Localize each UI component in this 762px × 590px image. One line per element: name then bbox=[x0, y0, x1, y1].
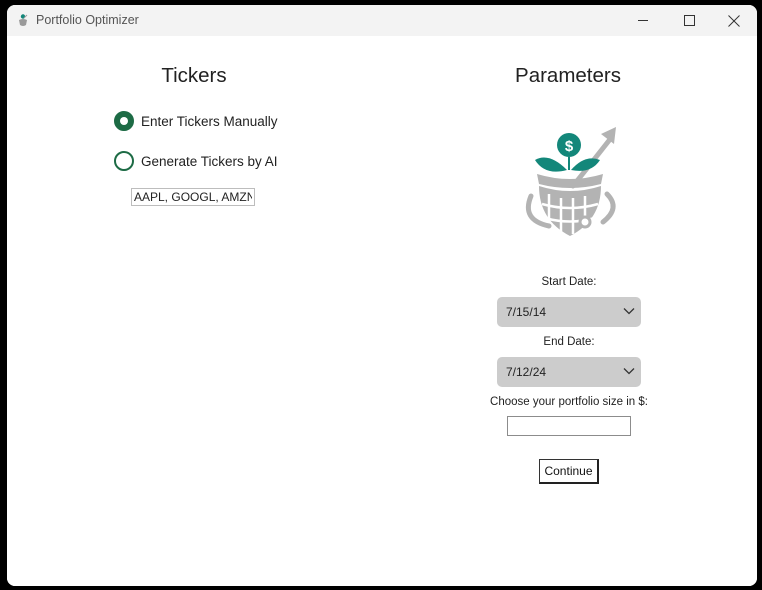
start-date-select[interactable]: 7/15/14 bbox=[497, 297, 641, 327]
start-date-label: Start Date: bbox=[541, 276, 597, 288]
close-button[interactable] bbox=[711, 5, 757, 36]
radio-button-selected[interactable] bbox=[114, 111, 134, 131]
start-date-value: 7/15/14 bbox=[506, 305, 547, 319]
app-window: Portfolio Optimizer Tickers Enter Ticker… bbox=[7, 5, 757, 586]
portfolio-growth-logo: $ bbox=[525, 127, 616, 236]
minimize-button[interactable] bbox=[620, 5, 666, 36]
end-date-select[interactable]: 7/12/24 bbox=[497, 357, 641, 387]
maximize-icon bbox=[683, 15, 695, 26]
maximize-button[interactable] bbox=[666, 5, 712, 36]
radio-generate-by-ai[interactable]: Generate Tickers by AI bbox=[114, 151, 278, 171]
radio-button-unselected[interactable] bbox=[114, 151, 134, 171]
portfolio-size-input[interactable] bbox=[507, 416, 631, 436]
tickers-input[interactable] bbox=[131, 188, 255, 206]
svg-text:$: $ bbox=[565, 138, 574, 155]
title-bar[interactable]: Portfolio Optimizer bbox=[7, 5, 757, 36]
portfolio-app-icon bbox=[19, 14, 28, 26]
tickers-heading: Tickers bbox=[161, 64, 227, 87]
radio-label-manual: Enter Tickers Manually bbox=[141, 113, 278, 129]
close-icon bbox=[728, 14, 740, 27]
portfolio-size-label: Choose your portfolio size in $: bbox=[490, 396, 648, 408]
end-date-value: 7/12/24 bbox=[506, 365, 547, 379]
parameters-heading: Parameters bbox=[515, 64, 621, 87]
continue-button[interactable]: Continue bbox=[539, 459, 599, 484]
minimize-icon bbox=[637, 20, 648, 21]
chevron-down-icon bbox=[623, 308, 635, 315]
radio-label-ai: Generate Tickers by AI bbox=[141, 153, 278, 169]
main-content: Tickers Enter Tickers Manually Generate … bbox=[7, 36, 757, 586]
radio-enter-manually[interactable]: Enter Tickers Manually bbox=[114, 111, 278, 131]
chevron-down-icon bbox=[623, 368, 635, 375]
window-title: Portfolio Optimizer bbox=[36, 13, 139, 27]
end-date-label: End Date: bbox=[543, 336, 595, 348]
